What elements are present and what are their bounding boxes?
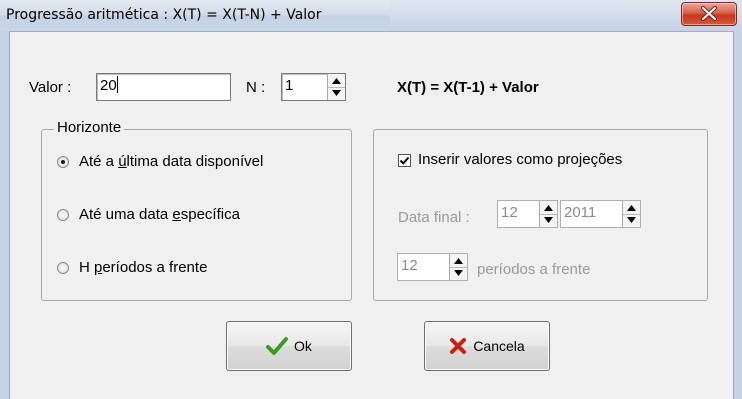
valor-input[interactable]: 20 [96, 73, 231, 101]
arrow-down-icon [332, 90, 341, 96]
n-stepper-value: 1 [285, 77, 294, 94]
radio-data-especifica-label: Até uma data específica [79, 206, 240, 223]
month-spin-buttons[interactable] [539, 201, 557, 227]
window-frame-right [733, 31, 742, 399]
n-label: N : [246, 79, 266, 96]
checkmark-icon [399, 156, 410, 165]
radio-button[interactable] [57, 262, 69, 274]
arrow-up-icon [332, 78, 341, 84]
text-cursor [116, 76, 118, 93]
cancel-button-label: Cancela [473, 338, 525, 354]
n-stepper[interactable]: 1 [281, 73, 346, 101]
arrow-down-icon [454, 270, 463, 276]
radio-button[interactable] [57, 209, 69, 221]
arrow-down-icon [627, 217, 636, 223]
periods-label: períodos a frente [477, 261, 591, 278]
n-spin-up-button[interactable] [328, 74, 345, 88]
periods-spin-up-button[interactable] [450, 254, 467, 268]
arrow-up-icon [454, 258, 463, 264]
x-icon [450, 338, 467, 354]
year-spin-buttons[interactable] [622, 201, 640, 227]
radio-button-selected[interactable] [57, 156, 69, 168]
close-icon [701, 6, 717, 21]
periods-stepper[interactable]: 12 [397, 253, 468, 281]
arrow-up-icon [627, 205, 636, 211]
month-spin-down-button[interactable] [540, 214, 557, 227]
month-stepper-value: 12 [501, 204, 518, 221]
inserir-projecoes-label: Inserir valores como projeções [418, 151, 623, 168]
window-frame-left [0, 31, 10, 399]
window-title: Progressão aritmética : X(T) = X(T-N) + … [6, 7, 322, 23]
n-spin-buttons[interactable] [327, 74, 345, 100]
valor-label: Valor : [29, 79, 72, 96]
n-spin-down-button[interactable] [328, 87, 345, 100]
month-spin-up-button[interactable] [540, 201, 557, 215]
periods-spin-down-button[interactable] [450, 267, 467, 280]
valor-input-value: 20 [100, 77, 117, 94]
cancel-button[interactable]: Cancela [424, 321, 550, 371]
periods-stepper-value: 12 [401, 257, 418, 274]
ok-button-label: Ok [294, 338, 312, 354]
year-stepper-value: 2011 [564, 204, 597, 221]
ok-button[interactable]: Ok [226, 321, 352, 371]
inserir-projecoes-checkbox[interactable] [398, 154, 411, 167]
arrow-down-icon [544, 217, 553, 223]
arrow-up-icon [544, 205, 553, 211]
radio-ultima-data-label: Até a última data disponível [79, 153, 264, 170]
year-spin-down-button[interactable] [623, 214, 640, 227]
periods-spin-buttons[interactable] [449, 254, 467, 280]
data-final-label: Data final : [398, 209, 470, 226]
horizonte-label: Horizonte [54, 119, 125, 136]
close-button[interactable] [681, 2, 737, 26]
year-spin-up-button[interactable] [623, 201, 640, 215]
title-bar: Progressão aritmética : X(T) = X(T-N) + … [0, 0, 742, 32]
month-stepper[interactable]: 12 [497, 200, 558, 228]
radio-h-periodos-label: H períodos a frente [79, 259, 208, 276]
checkmark-icon [266, 337, 289, 355]
year-stepper[interactable]: 2011 [560, 200, 641, 228]
formula-text: X(T) = X(T-1) + Valor [397, 79, 539, 96]
